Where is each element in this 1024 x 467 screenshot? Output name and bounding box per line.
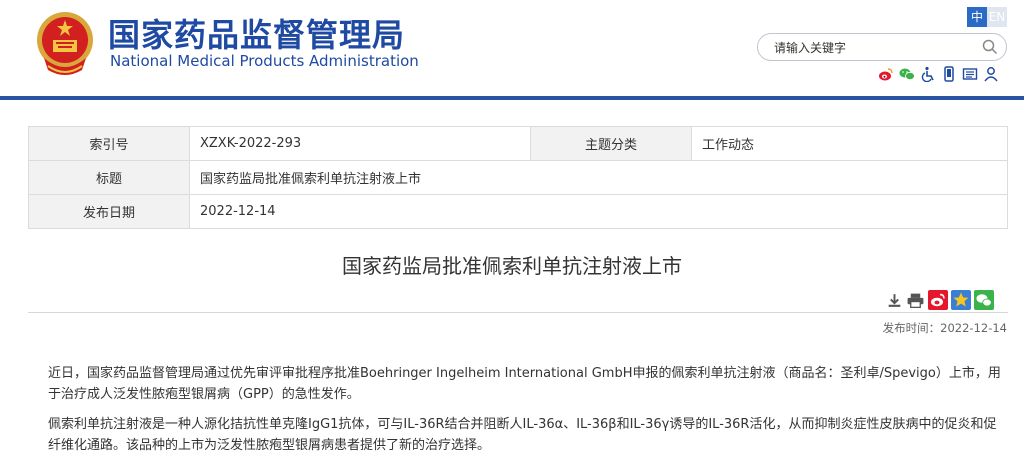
lang-cn-button[interactable]: 中 [967,7,987,27]
weibo-icon[interactable] [878,66,894,82]
lang-en-button[interactable]: EN [987,7,1007,27]
index-value: XZXK-2022-293 [189,126,531,161]
national-emblem-icon [37,12,93,75]
download-icon[interactable] [886,292,903,309]
share-bar [886,290,994,310]
share-wechat-icon[interactable] [974,290,994,310]
mail-icon[interactable] [962,66,978,82]
date-label: 发布日期 [28,194,190,229]
search-box [757,33,1007,61]
header-divider [0,96,1024,100]
wechat-icon[interactable] [899,66,915,82]
date-value: 2022-12-14 [189,194,1008,229]
site-title-en[interactable]: National Medical Products Administration [110,52,419,70]
search-input[interactable] [772,38,976,58]
mobile-icon[interactable] [941,66,957,82]
publish-time: 发布时间：2022-12-14 [882,321,1007,335]
info-row-index: 索引号 XZXK-2022-293 主题分类 工作动态 [28,126,1008,161]
user-icon[interactable] [983,66,999,82]
index-label: 索引号 [28,126,190,161]
article-title: 国家药监局批准佩索利单抗注射液上市 [342,254,682,278]
site-header: 国家药品监督管理局 National Medical Products Admi… [0,0,1024,96]
title-label: 标题 [28,160,190,195]
site-title-cn[interactable]: 国家药品监督管理局 [108,10,405,56]
article-divider [28,312,1008,313]
share-qzone-icon[interactable] [951,290,971,310]
info-row-title: 标题 国家药监局批准佩索利单抗注射液上市 [28,160,1008,195]
info-table: 索引号 XZXK-2022-293 主题分类 工作动态 标题 国家药监局批准佩索… [28,126,1008,229]
search-icon[interactable] [982,39,998,55]
category-label: 主题分类 [530,126,692,161]
share-weibo-icon[interactable] [928,290,948,310]
accessibility-icon[interactable] [920,66,936,82]
print-icon[interactable] [906,292,925,309]
header-tools [878,66,999,84]
article-paragraph-1: 近日，国家药品监督管理局通过优先审评审批程序批准Boehringer Ingel… [48,366,1001,402]
article-paragraph-2: 佩索利单抗注射液是一种人源化拮抗性单克隆IgG1抗体，可与IL-36R结合并阻断… [48,417,997,453]
info-row-date: 发布日期 2022-12-14 [28,194,1008,229]
category-value: 工作动态 [691,126,1008,161]
title-value: 国家药监局批准佩索利单抗注射液上市 [189,160,1008,195]
